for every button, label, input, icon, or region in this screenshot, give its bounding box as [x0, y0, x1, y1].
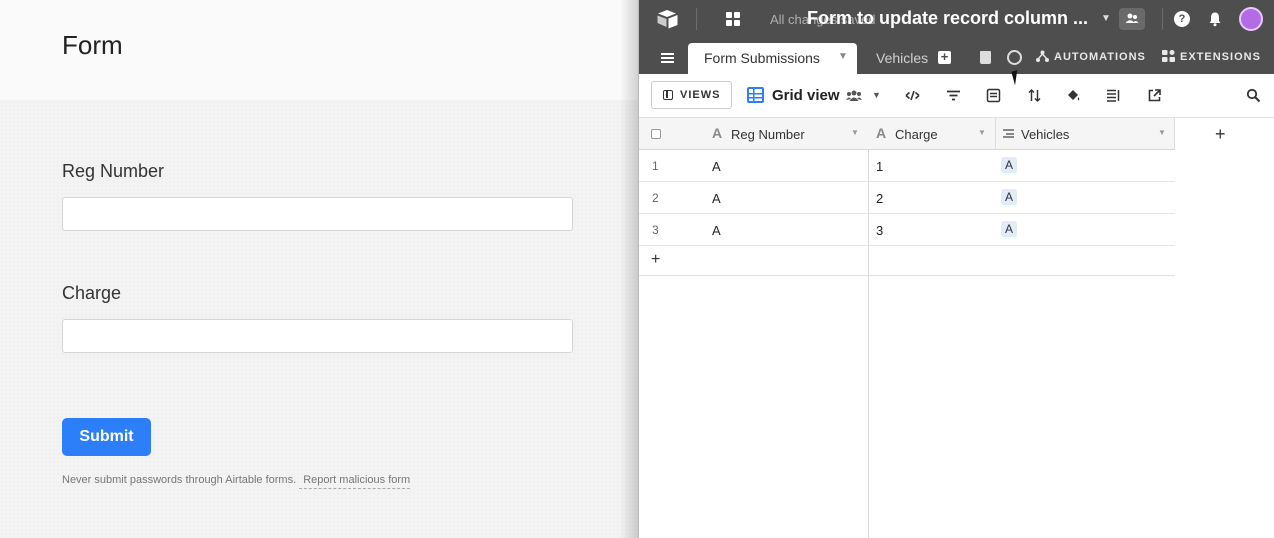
sort-icon[interactable]: [1027, 88, 1042, 103]
base-title[interactable]: Form to update record column ...: [807, 8, 1088, 29]
vehicle-link-chip[interactable]: A: [1001, 189, 1018, 205]
report-malicious-link[interactable]: Report malicious form: [299, 474, 411, 489]
table-tab-bar: Form Submissions ▼ Vehicles + AUTOMATION…: [639, 38, 1274, 74]
view-name[interactable]: Grid view: [772, 87, 840, 104]
tab-label: Form Submissions: [704, 50, 820, 66]
add-field-button[interactable]: +: [1215, 124, 1226, 145]
column-header-vehicles[interactable]: Vehicles ▼: [996, 118, 1175, 150]
help-icon[interactable]: ?: [1174, 11, 1190, 27]
filter-icon[interactable]: [946, 88, 961, 103]
reg-number-cell[interactable]: A: [712, 214, 721, 246]
table-row[interactable]: 3 A 3 A: [639, 214, 1175, 246]
hide-fields-icon[interactable]: [905, 88, 920, 103]
airtable-window: All changes saved Form to update record …: [638, 0, 1274, 538]
sidebar-icon: [663, 90, 673, 100]
people-icon: [1125, 13, 1139, 23]
table-row[interactable]: 2 A 2 A: [639, 182, 1175, 214]
password-warning: Never submit passwords through Airtable …: [62, 474, 297, 486]
views-label: VIEWS: [680, 89, 721, 101]
chevron-down-icon[interactable]: ▼: [978, 128, 986, 137]
table-row[interactable]: 1 A 1 A: [639, 150, 1175, 182]
charge-cell[interactable]: 2: [876, 182, 883, 214]
column-name: Charge: [895, 127, 938, 142]
add-table-icon[interactable]: +: [938, 50, 951, 64]
chevron-down-icon[interactable]: ▼: [838, 51, 848, 62]
group-icon[interactable]: [986, 88, 1001, 103]
avatar[interactable]: [1239, 7, 1263, 31]
text-type-icon: A: [712, 125, 723, 141]
divider: [1162, 8, 1163, 30]
form-header: Form: [0, 0, 640, 100]
reg-number-input[interactable]: [62, 197, 573, 231]
collaborative-view-icon: [846, 90, 862, 101]
charge-input[interactable]: [62, 319, 573, 353]
chevron-down-icon[interactable]: ▼: [1158, 128, 1166, 137]
form-title: Form: [62, 30, 123, 60]
grid-header-row: A Reg Number ▼ A Charge ▼ Vehicles ▼: [639, 118, 1175, 150]
extensions-button[interactable]: EXTENSIONS: [1162, 50, 1261, 63]
automations-icon: [1036, 50, 1049, 62]
row-height-icon[interactable]: [1106, 88, 1121, 103]
reg-number-cell[interactable]: A: [712, 150, 721, 182]
share-view-icon[interactable]: [1147, 88, 1162, 103]
menu-icon[interactable]: [661, 53, 674, 63]
tab-vehicles[interactable]: Vehicles: [876, 50, 932, 66]
chevron-down-icon[interactable]: ▼: [872, 90, 881, 100]
charge-label: Charge: [62, 283, 122, 303]
history-icon[interactable]: [1007, 50, 1022, 65]
extensions-icon: [1162, 50, 1175, 62]
top-bar: All changes saved Form to update record …: [639, 0, 1274, 38]
automations-label: AUTOMATIONS: [1054, 51, 1146, 63]
views-button[interactable]: VIEWS: [651, 81, 732, 109]
form-panel: Form Reg Number Charge Submit Never subm…: [0, 0, 640, 538]
search-icon[interactable]: [1246, 88, 1261, 103]
extensions-label: EXTENSIONS: [1180, 51, 1261, 63]
reg-number-label: Reg Number: [62, 161, 165, 181]
submit-button[interactable]: Submit: [62, 418, 151, 456]
charge-cell[interactable]: 1: [876, 150, 883, 182]
color-icon[interactable]: [1066, 88, 1081, 103]
row-number: 1: [652, 159, 659, 173]
charge-cell[interactable]: 3: [876, 214, 883, 246]
column-header-charge[interactable]: A Charge ▼: [868, 118, 996, 150]
view-toolbar: VIEWS Grid view ▼: [639, 74, 1274, 118]
tab-form-submissions[interactable]: Form Submissions ▼: [688, 43, 857, 74]
text-type-icon: A: [876, 125, 887, 141]
add-record-icon[interactable]: +: [651, 251, 660, 269]
row-number: 2: [652, 191, 659, 205]
select-all-checkbox[interactable]: [651, 129, 661, 139]
share-button[interactable]: [1119, 8, 1145, 30]
bell-icon[interactable]: [1207, 11, 1223, 27]
apps-grid-icon[interactable]: [726, 12, 740, 26]
airtable-logo-icon[interactable]: [656, 9, 680, 29]
column-name: Vehicles: [1021, 127, 1070, 142]
footer-note: Never submit passwords through Airtable …: [62, 474, 411, 489]
trash-icon[interactable]: [980, 51, 991, 64]
linked-record-icon: [1003, 129, 1014, 138]
reg-number-cell[interactable]: A: [712, 182, 721, 214]
add-record-row[interactable]: +: [639, 246, 1175, 276]
chevron-down-icon[interactable]: ▼: [1101, 13, 1111, 24]
column-header-reg-number[interactable]: A Reg Number ▼: [639, 118, 868, 150]
row-number: 3: [652, 223, 659, 237]
automations-button[interactable]: AUTOMATIONS: [1036, 50, 1146, 63]
chevron-down-icon[interactable]: ▼: [851, 128, 859, 137]
column-name: Reg Number: [731, 127, 805, 142]
vehicle-link-chip[interactable]: A: [1001, 157, 1018, 173]
vehicle-link-chip[interactable]: A: [1001, 221, 1018, 237]
grid-view-icon: [747, 87, 764, 103]
divider: [696, 8, 697, 30]
panel-shadow: [620, 0, 640, 538]
records-grid: A Reg Number ▼ A Charge ▼ Vehicles ▼ + 1…: [639, 118, 1274, 538]
